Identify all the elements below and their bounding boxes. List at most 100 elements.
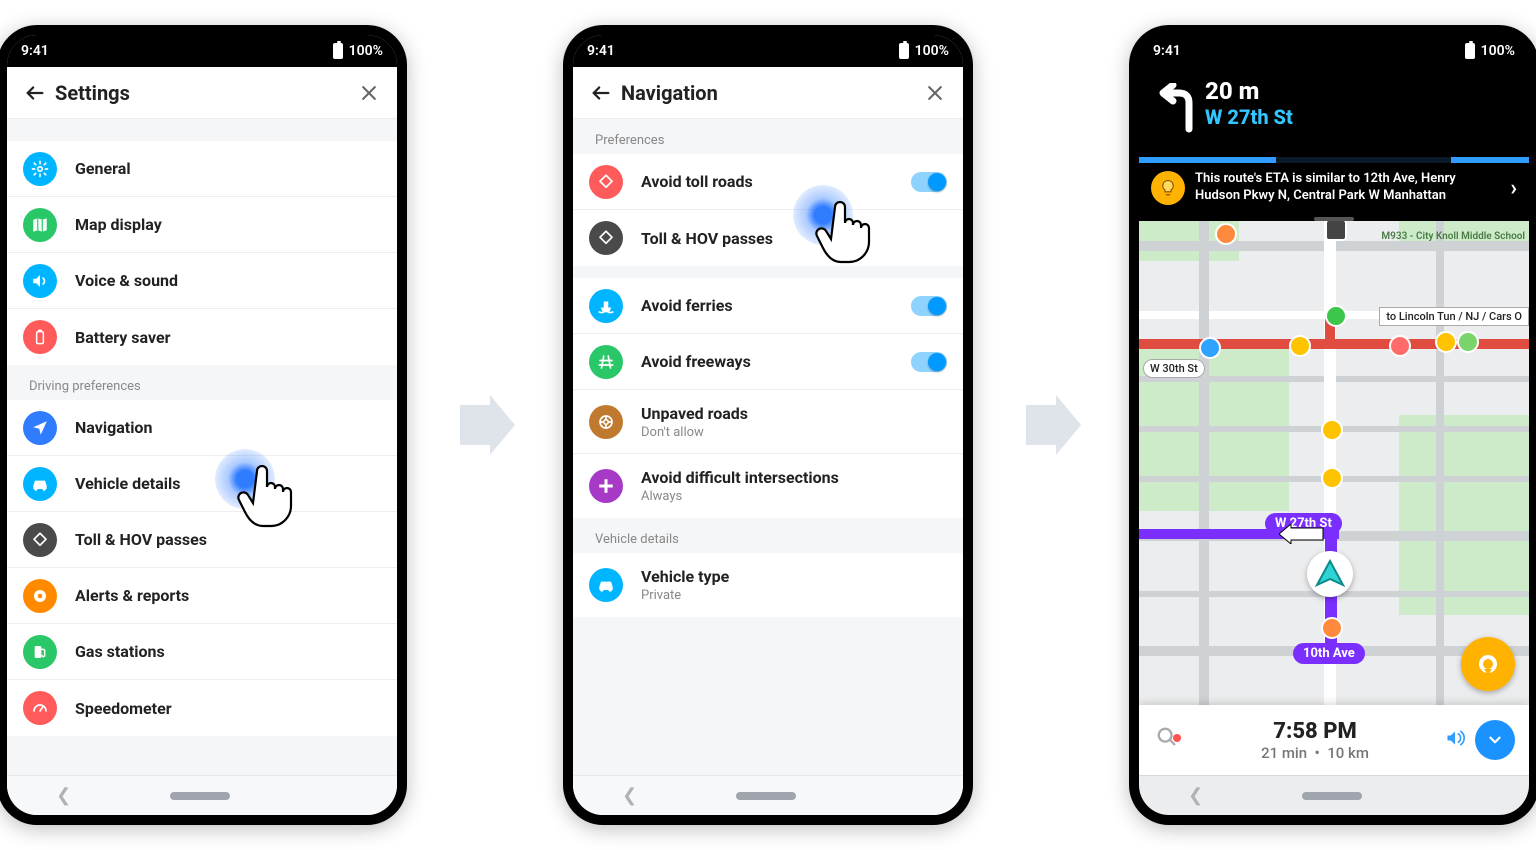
car-icon (589, 568, 623, 602)
row-label: Avoid difficult intersections (641, 468, 947, 487)
nav-home-icon[interactable] (1302, 792, 1362, 800)
row-label: Unpaved roads (641, 404, 947, 423)
eta-time: 7:58 PM (1195, 719, 1435, 744)
row-gas-stations[interactable]: Gas stations (7, 624, 397, 680)
phone-nav-active: 9:41 100% 20 m W 27th St This (1129, 25, 1536, 825)
row-label: Toll & HOV passes (75, 530, 381, 549)
header: Navigation (573, 67, 963, 119)
map-icon (23, 208, 57, 242)
section-driving-prefs: Driving preferences (7, 365, 397, 400)
map-mood-icon[interactable] (1389, 335, 1411, 357)
sound-icon (23, 264, 57, 298)
battery-icon (1465, 43, 1475, 59)
current-position (1307, 551, 1353, 597)
map-view[interactable]: W 30th St to Lincoln Tun / NJ / Cars O M… (1139, 221, 1529, 775)
row-voice-sound[interactable]: Voice & sound (7, 253, 397, 309)
map-mood-icon[interactable] (1321, 617, 1343, 639)
map-mood-icon[interactable] (1321, 419, 1343, 441)
flow-arrow-icon (1021, 395, 1081, 455)
nav-back-icon[interactable]: ❮ (1188, 785, 1203, 806)
status-time: 9:41 (1153, 43, 1459, 59)
eta-details: 21 min • 10 km (1195, 744, 1435, 762)
row-speedometer[interactable]: Speedometer (7, 680, 397, 736)
row-label: Vehicle details (75, 474, 381, 493)
row-unpaved-roads[interactable]: Unpaved roadsDon't allow (573, 390, 963, 454)
nav-home-icon[interactable] (170, 792, 230, 800)
map-mood-icon[interactable] (1435, 331, 1457, 353)
turn-street: W 27th St (1205, 105, 1293, 129)
map-mood-icon[interactable] (1457, 331, 1479, 353)
row-vehicle-details[interactable]: Vehicle details (7, 456, 397, 512)
row-avoid-freeways[interactable]: Avoid freeways (573, 334, 963, 390)
back-button[interactable] (585, 77, 617, 109)
row-avoid-ferries[interactable]: Avoid ferries (573, 278, 963, 334)
row-avoid-difficult-intersections[interactable]: Avoid difficult intersectionsAlways (573, 454, 963, 518)
row-label: Avoid toll roads (641, 172, 911, 191)
map-mood-icon[interactable] (1215, 223, 1237, 245)
map-pin-police-icon[interactable] (1199, 337, 1221, 359)
bulb-icon (1151, 171, 1185, 205)
map-mood-icon[interactable] (1289, 335, 1311, 357)
banner-text: This route's ETA is similar to 12th Ave,… (1195, 171, 1500, 205)
speed-icon (23, 691, 57, 725)
close-button[interactable] (919, 77, 951, 109)
chevron-right-icon: › (1510, 176, 1517, 201)
row-alerts-reports[interactable]: Alerts & reports (7, 568, 397, 624)
phone-navigation-settings: 9:41 100% Navigation Preferences Avoid t… (563, 25, 973, 825)
status-bar: 9:41 100% (1139, 35, 1529, 67)
poi-label: M933 - City Knoll Middle School (1381, 231, 1525, 242)
alert-icon (23, 579, 57, 613)
toggle-avoid-freeways[interactable] (911, 352, 947, 372)
traffic-light-icon (1325, 221, 1347, 241)
row-avoid-toll-roads[interactable]: Avoid toll roads (573, 154, 963, 210)
turn-left-icon (1153, 77, 1205, 133)
row-label: Speedometer (75, 699, 381, 718)
route-arrow-icon (1279, 524, 1327, 544)
road-label-tunnel: to Lincoln Tun / NJ / Cars O (1379, 307, 1529, 326)
toggle-avoid-ferries[interactable] (911, 296, 947, 316)
status-bar: 9:41 100% (7, 35, 397, 67)
battery-icon (899, 43, 909, 59)
content: Preferences Avoid toll roadsToll & HOV p… (573, 119, 963, 775)
gas-icon (23, 635, 57, 669)
sound-icon[interactable] (1435, 728, 1475, 753)
row-map-display[interactable]: Map display (7, 197, 397, 253)
search-icon[interactable] (1139, 726, 1195, 754)
route-banner[interactable]: This route's ETA is similar to 12th Ave,… (1139, 163, 1529, 213)
row-toll-hov-passes[interactable]: Toll & HOV passes (7, 512, 397, 568)
row-sublabel: Private (641, 588, 947, 603)
tollhov-icon (589, 221, 623, 255)
phone-settings: 9:41 100% Settings GeneralMap displayVoi… (0, 25, 407, 825)
row-label: Toll & HOV passes (641, 229, 947, 248)
report-button[interactable] (1461, 637, 1515, 691)
nav-home-icon[interactable] (736, 792, 796, 800)
row-label: Avoid freeways (641, 352, 911, 371)
row-toll-hov-passes[interactable]: Toll & HOV passes (573, 210, 963, 266)
avenue-chip: 10th Ave (1293, 643, 1365, 664)
nav-back-icon[interactable]: ❮ (56, 785, 71, 806)
row-label: Battery saver (75, 328, 381, 347)
row-vehicle-type[interactable]: Vehicle typePrivate (573, 553, 963, 617)
map-pin-construction-icon[interactable] (1325, 305, 1347, 327)
toggle-avoid-toll-roads[interactable] (911, 172, 947, 192)
status-battery: 100% (1481, 43, 1515, 59)
batt-icon (23, 320, 57, 354)
status-bar: 9:41 100% (573, 35, 963, 67)
row-label: Voice & sound (75, 271, 381, 290)
map-mood-icon[interactable] (1321, 467, 1343, 489)
row-battery-saver[interactable]: Battery saver (7, 309, 397, 365)
toll-icon (589, 165, 623, 199)
battery-icon (333, 43, 343, 59)
turn-distance: 20 m (1205, 77, 1293, 105)
eta-bar[interactable]: 7:58 PM 21 min • 10 km (1139, 705, 1529, 775)
close-button[interactable] (353, 77, 385, 109)
nav-back-icon[interactable]: ❮ (622, 785, 637, 806)
back-button[interactable] (19, 77, 51, 109)
row-label: Map display (75, 215, 381, 234)
road-label: W 30th St (1143, 359, 1205, 378)
expand-button[interactable] (1475, 720, 1515, 760)
section-vehicle: Vehicle details (573, 518, 963, 553)
row-general[interactable]: General (7, 141, 397, 197)
row-navigation[interactable]: Navigation (7, 400, 397, 456)
status-battery: 100% (915, 43, 949, 59)
